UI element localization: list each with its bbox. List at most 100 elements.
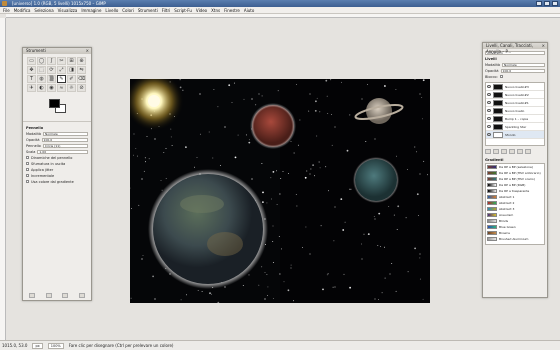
vertical-ruler[interactable] [0,18,6,340]
layer-opacity-slider[interactable]: 100.0 [500,68,545,73]
maximize-button[interactable] [544,1,550,6]
star [421,118,423,120]
close-icon[interactable]: × [86,48,89,54]
eye-icon[interactable] [487,133,491,136]
eye-icon[interactable] [487,85,491,88]
star [143,170,145,172]
image-canvas[interactable] [130,79,430,303]
menu-item-0[interactable]: File [3,8,10,13]
scale-slider[interactable]: 1.00 [37,149,88,154]
foreground-color-swatch[interactable] [49,99,60,108]
unit-select[interactable]: px [32,342,43,349]
menu-item-4[interactable]: Immagine [81,8,101,13]
option-checkbox-row[interactable]: Usa colore dal gradiente [26,179,88,184]
new-layer-button[interactable] [485,149,491,154]
tool-button-22[interactable]: ☼ [67,84,76,92]
gradient-name: Brushed Aluminium [499,237,529,241]
option-checkbox-row[interactable]: Dinamiche del pennello [26,155,88,160]
opacity-slider[interactable]: 100.0 [41,137,88,142]
horizontal-ruler[interactable] [6,14,560,18]
tool-button-3[interactable]: ✂ [57,57,66,65]
tool-button-12[interactable]: T [27,75,36,83]
anchor-layer-button[interactable] [517,149,523,154]
star [278,235,280,237]
status-bar: 1015.0, 53.0 px 100% Fare clic per diseg… [0,340,560,350]
layer-row[interactable]: Sparkling Star [486,123,544,131]
menu-item-7[interactable]: Strumenti [138,8,158,13]
tool-button-10[interactable]: ◨ [67,66,76,74]
layer-row[interactable]: Bump 1 – copia [486,115,544,123]
tool-button-11[interactable]: ⇋ [77,66,86,74]
layer-row[interactable]: Nuovo livello#2 [486,91,544,99]
lower-layer-button[interactable] [501,149,507,154]
layer-mode-select[interactable]: Normale [502,62,545,67]
menu-item-8[interactable]: Filtri [162,8,171,13]
tool-button-18[interactable]: ✈ [27,84,36,92]
tool-button-2[interactable]: ʃ [47,57,56,65]
star [185,146,187,148]
tool-button-0[interactable]: ▭ [27,57,36,65]
layer-row[interactable]: Sfondo [486,131,544,139]
tool-button-23[interactable]: ⊘ [77,84,86,92]
tool-button-5[interactable]: ⊕ [77,57,86,65]
menu-item-11[interactable]: Xtns [211,8,220,13]
menu-item-13[interactable]: Aiuto [244,8,254,13]
delete-options-button[interactable] [62,293,69,298]
checkbox[interactable] [26,180,29,183]
zoom-select[interactable]: 100% [47,342,64,349]
eye-icon[interactable] [487,117,491,120]
menu-item-5[interactable]: Livello [105,8,118,13]
brush-select[interactable]: Circle (11) [42,143,88,148]
minimize-button[interactable] [536,1,542,6]
tool-button-20[interactable]: ◉ [47,84,56,92]
duplicate-layer-button[interactable] [509,149,515,154]
option-checkbox-row[interactable]: Applica jitter [26,167,88,172]
eye-icon[interactable] [487,109,491,112]
save-options-button[interactable] [29,293,35,298]
layer-row[interactable]: Nuovo livello#1 [486,99,544,107]
tool-options: Pennello Modalità Normale Opacità 100.0 … [23,121,91,187]
eye-icon[interactable] [487,101,491,104]
tool-button-19[interactable]: ◐ [37,84,46,92]
option-checkbox-row[interactable]: Incrementale [26,173,88,178]
checkbox[interactable] [26,162,29,165]
raise-layer-button[interactable] [493,149,499,154]
tool-button-6[interactable]: ✥ [27,66,36,74]
menu-item-12[interactable]: Finestre [224,8,240,13]
tool-button-16[interactable]: ✐ [67,75,76,83]
tool-button-14[interactable]: ▒ [47,75,56,83]
tool-button-1[interactable]: ◯ [37,57,46,65]
lock-checkbox[interactable] [499,75,503,78]
reset-options-button[interactable] [78,293,85,298]
menu-item-10[interactable]: Video [196,8,207,13]
eye-icon[interactable] [487,93,491,96]
eye-icon[interactable] [487,125,491,128]
layer-row[interactable]: Nuovo livello#3 [486,83,544,91]
menu-item-2[interactable]: Seleziona [34,8,53,13]
menu-item-1[interactable]: Modifica [14,8,31,13]
option-checkbox-row[interactable]: Sfumatura in uscita [26,161,88,166]
delete-layer-button[interactable] [525,149,531,154]
restore-options-button[interactable] [45,293,52,298]
tool-button-15[interactable]: ✎ [57,75,66,83]
tool-button-4[interactable]: ⊞ [67,57,76,65]
menu-item-3[interactable]: Visualizza [58,8,78,13]
gradient-row[interactable]: Brushed Aluminium [486,236,544,242]
tool-button-21[interactable]: ≈ [57,84,66,92]
tool-button-9[interactable]: ⤢ [57,66,66,74]
close-icon[interactable]: × [542,43,545,49]
tool-button-7[interactable]: ⬚ [37,66,46,74]
star [346,149,349,152]
menu-item-6[interactable]: Colori [122,8,134,13]
checkbox[interactable] [26,174,29,177]
tool-button-17[interactable]: ⌫ [77,75,86,83]
star [395,89,397,91]
checkbox[interactable] [26,156,29,159]
mode-select[interactable]: Normale [43,131,88,136]
menu-item-9[interactable]: Script-Fu [174,8,192,13]
close-button[interactable] [552,1,558,6]
layer-row[interactable]: Nuovo livello [486,107,544,115]
checkbox[interactable] [26,168,29,171]
tool-button-8[interactable]: ⟳ [47,66,56,74]
tool-button-13[interactable]: ◍ [37,75,46,83]
